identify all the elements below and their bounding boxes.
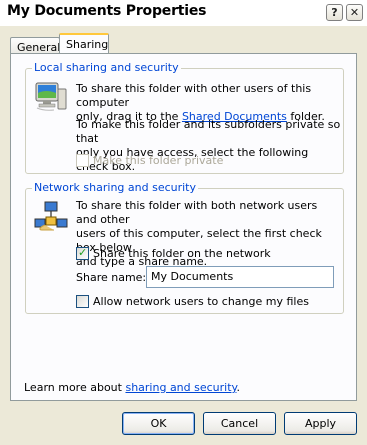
local-sharing-legend: Local sharing and security [32, 61, 181, 74]
make-private-checkbox[interactable] [76, 154, 89, 167]
share-on-network-checkbox[interactable]: ✓ [76, 246, 89, 260]
allow-change-checkbox[interactable] [76, 295, 89, 308]
local-sharing-group: Local sharing and security To share this… [25, 61, 344, 174]
local-text-line: To share this folder with other users of… [76, 82, 312, 109]
close-button[interactable]: ✕ [346, 4, 363, 21]
network-share-icon [34, 201, 68, 231]
network-sharing-legend: Network sharing and security [32, 181, 199, 194]
network-sharing-group: Network sharing and security To share th… [25, 181, 344, 314]
network-text-line: To share this folder with both network u… [76, 199, 318, 226]
close-icon: ✕ [349, 6, 360, 19]
checkmark-icon: ✓ [78, 246, 88, 259]
computer-icon [35, 82, 67, 111]
tab-sharing[interactable]: Sharing [59, 33, 109, 54]
learn-more-suffix: . [236, 381, 240, 394]
window-title: My Documents Properties [7, 3, 207, 19]
properties-dialog: My Documents Properties ? ✕ General Shar… [0, 0, 367, 445]
sharing-panel: Local sharing and security To share this… [10, 53, 357, 401]
share-name-label: Share name: [76, 271, 147, 284]
ok-button[interactable]: OK [122, 412, 195, 435]
title-bar[interactable]: My Documents Properties ? ✕ [0, 0, 367, 26]
cancel-button[interactable]: Cancel [203, 412, 276, 435]
learn-more-text: Learn more about sharing and security. [24, 381, 240, 394]
share-name-input[interactable]: My Documents [146, 266, 334, 288]
make-private-label: Make this folder private [93, 154, 224, 167]
help-icon: ? [331, 6, 338, 19]
tab-general[interactable]: General [10, 37, 60, 54]
apply-button[interactable]: Apply [284, 412, 357, 435]
allow-change-label: Allow network users to change my files [93, 295, 309, 308]
learn-more-prefix: Learn more about [24, 381, 126, 394]
share-on-network-label: Share this folder on the network [93, 247, 271, 260]
help-button[interactable]: ? [326, 4, 343, 21]
private-text-line: To make this folder and its subfolders p… [76, 118, 341, 145]
sharing-security-link[interactable]: sharing and security [125, 381, 236, 394]
